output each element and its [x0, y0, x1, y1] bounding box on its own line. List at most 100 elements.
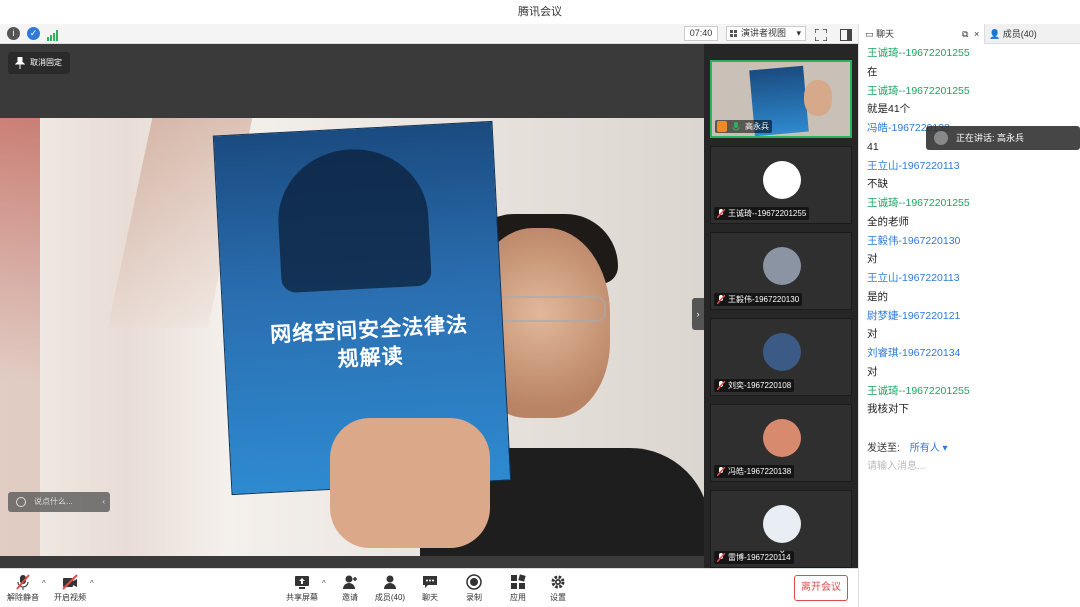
- top-toolbar: i ✓ 07:40 演讲者视图 ▾: [0, 24, 858, 44]
- mic-muted-icon: [717, 209, 725, 218]
- mic-muted-icon: [717, 553, 725, 562]
- popout-icon[interactable]: ⧉: [962, 24, 968, 44]
- chat-button[interactable]: 聊天: [410, 572, 450, 606]
- chevron-up-icon[interactable]: ^: [90, 579, 94, 588]
- invite-button[interactable]: 邀请: [330, 572, 370, 606]
- participant-tile[interactable]: 高永兵: [710, 60, 852, 138]
- close-icon[interactable]: ×: [974, 24, 979, 44]
- share-screen-button[interactable]: 共享屏幕: [282, 572, 322, 606]
- avatar: [934, 131, 948, 145]
- message-text: 不缺: [867, 178, 888, 191]
- unmute-button[interactable]: 解除静音: [4, 572, 42, 606]
- apps-icon: [511, 574, 526, 589]
- meeting-timer: 07:40: [684, 26, 718, 41]
- add-person-icon: [343, 575, 357, 589]
- right-panel-tabs: ▭ 聊天 ⧉ × 👤 成员(40): [859, 24, 1080, 44]
- unpin-button[interactable]: 取消固定: [8, 52, 70, 74]
- shield-icon[interactable]: ✓: [27, 27, 40, 40]
- participant-name: 冯皓-1967220138: [728, 467, 792, 476]
- tab-chat[interactable]: ▭ 聊天 ⧉ ×: [859, 24, 985, 44]
- participant-tile[interactable]: 刘奕-1967220108: [710, 318, 852, 396]
- chevron-up-icon[interactable]: ^: [322, 579, 326, 588]
- grid-icon: [730, 30, 737, 37]
- chevron-up-icon[interactable]: ^: [42, 579, 46, 588]
- book-title: 网络空间安全法律法规解读: [269, 313, 469, 372]
- leave-meeting-button[interactable]: 离开会议: [794, 575, 848, 601]
- participant-name: 王毅伟-1967220130: [728, 295, 800, 304]
- share-screen-icon: [295, 576, 309, 589]
- tab-members-label: 成员(40): [1002, 29, 1037, 39]
- tab-members[interactable]: 👤 成员(40): [989, 24, 1080, 44]
- message-sender: 王立山-1967220113: [867, 272, 960, 284]
- person-icon: [384, 575, 396, 589]
- message-text: 在: [867, 65, 878, 78]
- message-text: 对: [867, 253, 878, 266]
- floating-chat-placeholder: 说点什么...: [34, 497, 73, 506]
- avatar: [763, 247, 801, 285]
- settings-label: 设置: [550, 593, 566, 602]
- members-button[interactable]: 成员(40): [370, 572, 410, 606]
- right-panel: ▭ 聊天 ⧉ × 👤 成员(40) 王诚琦--19672201255 在 王诚琦…: [858, 24, 1080, 607]
- avatar: [763, 161, 801, 199]
- send-to-value[interactable]: 所有人 ▾: [910, 443, 948, 454]
- start-video-label: 开启视频: [54, 593, 86, 602]
- message-text: 对: [867, 365, 878, 378]
- message-text: 就是41个: [867, 103, 911, 116]
- info-icon[interactable]: i: [7, 27, 20, 40]
- message-sender: 王诚琦--19672201255: [867, 84, 970, 97]
- window-title: 腾讯会议: [0, 0, 1080, 24]
- chevron-down-icon: ▾: [796, 28, 801, 38]
- view-mode-label: 演讲者视图: [741, 28, 787, 38]
- record-icon: [466, 574, 482, 590]
- send-to-selector[interactable]: 发送至: 所有人 ▾: [867, 439, 948, 454]
- speaking-label: 正在讲话: 高永兵: [956, 133, 1025, 143]
- message-text: 是的: [867, 290, 888, 303]
- host-icon: [717, 121, 727, 132]
- message-sender: 尉梦婕-1967220121: [867, 309, 961, 322]
- message-sender: 王诚琦--19672201255: [867, 47, 970, 59]
- participant-name: 高永兵: [745, 122, 769, 131]
- scroll-down-icon[interactable]: ⌄: [778, 545, 786, 556]
- participant-tile[interactable]: 冯皓-1967220138: [710, 404, 852, 482]
- unmute-label: 解除静音: [7, 593, 39, 602]
- collapse-thumbnails-button[interactable]: ›: [692, 298, 704, 330]
- participant-tile[interactable]: 王毅伟-1967220130: [710, 232, 852, 310]
- chat-icon: [423, 576, 437, 588]
- main-video-stage: 取消固定 网络空间安全法律法规解读 说点什么... ‹ ›: [0, 44, 704, 568]
- bottom-toolbar: 解除静音 ^ 开启视频 ^ 共享屏幕 ^ 邀请 成员(40) 聊天 录制 应用 …: [0, 568, 858, 607]
- members-label: 成员(40): [374, 593, 406, 602]
- send-to-label: 发送至:: [867, 443, 900, 454]
- emoji-icon[interactable]: [16, 497, 26, 507]
- participant-thumbnails: 高永兵 王诚琦--19672201255 王毅伟-1967220130 刘奕-1…: [704, 44, 858, 568]
- message-sender: 王诚琦--19672201255: [867, 384, 970, 397]
- chat-bubble-icon: ▭: [865, 29, 874, 39]
- chevron-left-icon[interactable]: ‹: [102, 492, 105, 512]
- participant-name: 王诚琦--19672201255: [728, 209, 807, 218]
- chat-label: 聊天: [422, 593, 438, 602]
- floating-chat-input[interactable]: 说点什么... ‹: [8, 492, 110, 512]
- message-text: 我核对下: [867, 403, 909, 416]
- message-sender: 王诚琦--19672201255: [867, 197, 970, 209]
- participant-name: 刘奕-1967220108: [728, 381, 792, 390]
- mic-muted-icon: [16, 574, 30, 590]
- participant-tile[interactable]: 王诚琦--19672201255: [710, 146, 852, 224]
- record-button[interactable]: 录制: [454, 572, 494, 606]
- start-video-button[interactable]: 开启视频: [50, 572, 90, 606]
- apps-button[interactable]: 应用: [498, 572, 538, 606]
- avatar: [763, 505, 801, 543]
- share-screen-label: 共享屏幕: [286, 593, 318, 602]
- mic-muted-icon: [717, 467, 725, 476]
- avatar: [763, 419, 801, 457]
- chat-input[interactable]: 请输入消息...: [867, 457, 925, 472]
- person-icon: 👤: [989, 29, 1001, 39]
- chat-messages: 王诚琦--19672201255 在 王诚琦--19672201255 就是41…: [867, 44, 1080, 419]
- mic-muted-icon: [717, 295, 725, 304]
- settings-button[interactable]: 设置: [538, 572, 578, 606]
- participant-tile[interactable]: 雷博-1967220114: [710, 490, 852, 568]
- record-label: 录制: [466, 593, 482, 602]
- pin-icon: [15, 57, 25, 69]
- mic-icon: [732, 122, 740, 131]
- message-sender: 王毅伟-1967220130: [867, 234, 961, 247]
- speaker-video: 网络空间安全法律法规解读: [0, 118, 704, 556]
- view-mode-dropdown[interactable]: 演讲者视图 ▾: [726, 26, 806, 41]
